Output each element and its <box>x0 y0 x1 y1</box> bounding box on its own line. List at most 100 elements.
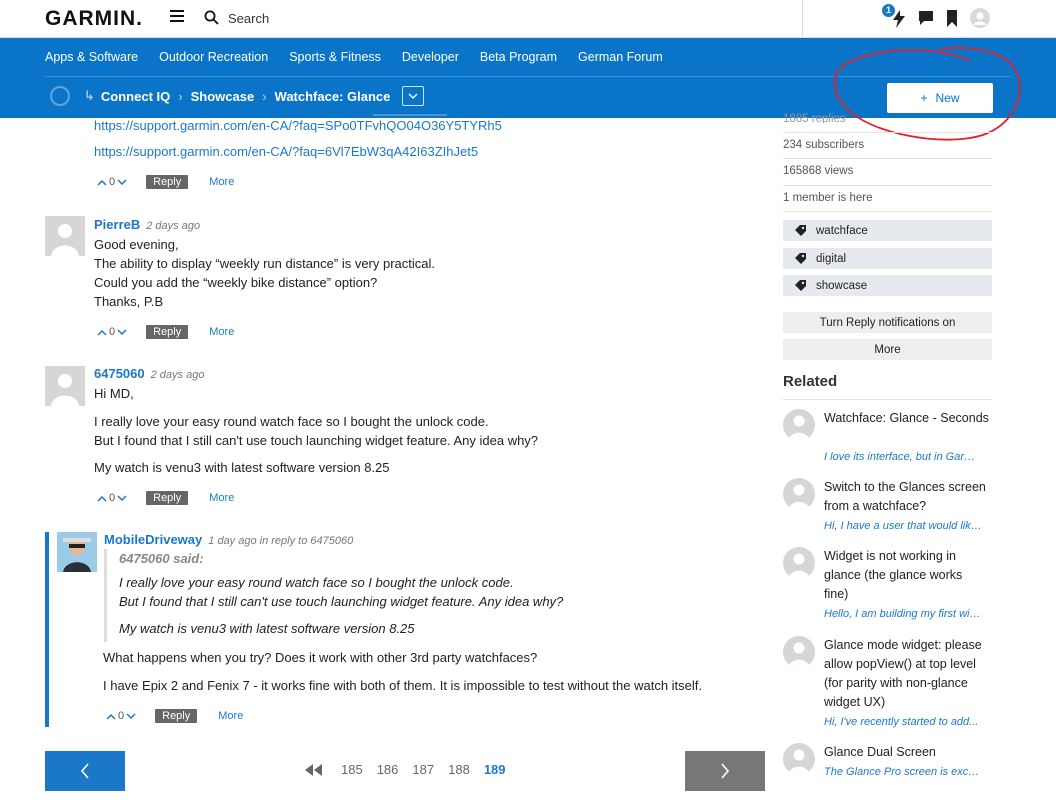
nav-separator <box>45 76 1011 77</box>
page-188[interactable]: 188 <box>448 762 470 777</box>
reply-thread-bar <box>45 532 49 727</box>
upvote-icon[interactable] <box>97 179 107 186</box>
page-189-current[interactable]: 189 <box>484 762 506 777</box>
related-title[interactable]: Watchface: Glance - Seconds <box>824 409 989 428</box>
support-link-2[interactable]: https://support.garmin.com/en-CA/?faq=6V… <box>94 144 478 159</box>
breadcrumb-connect-iq[interactable]: Connect IQ <box>101 89 170 104</box>
comment-author[interactable]: PierreB 2 days ago <box>94 217 200 232</box>
breadcrumb-showcase[interactable]: Showcase <box>191 89 255 104</box>
comment-author[interactable]: MobileDriveway 1 day ago in reply to 6475… <box>104 532 353 547</box>
related-avatar <box>783 636 815 668</box>
page-186[interactable]: 186 <box>377 762 399 777</box>
search-icon[interactable] <box>204 10 219 25</box>
breadcrumb-watchface-glance[interactable]: Watchface: Glance <box>275 89 391 104</box>
forum-nav-bar: Apps & Software Outdoor Recreation Sport… <box>0 38 1056 118</box>
tag-icon <box>795 280 806 291</box>
top-icons: 1 <box>882 4 990 29</box>
downvote-icon[interactable] <box>126 712 136 720</box>
avatar[interactable] <box>45 366 85 406</box>
support-link-1[interactable]: https://support.garmin.com/en-CA/?faq=SP… <box>94 118 502 133</box>
new-post-button[interactable]: + New <box>887 83 993 113</box>
related-excerpt[interactable]: I love its interface, but in Garmin... <box>824 451 984 463</box>
reply-button[interactable]: Reply <box>146 325 189 339</box>
bookmark-icon[interactable] <box>946 9 958 27</box>
comment-time: 1 day ago in reply to 6475060 <box>208 535 354 547</box>
nav-german-forum[interactable]: German Forum <box>578 38 663 76</box>
lightning-icon <box>893 10 905 28</box>
upvote-icon[interactable] <box>97 495 107 502</box>
hamburger-menu-icon[interactable] <box>170 10 184 24</box>
page-185[interactable]: 185 <box>341 762 363 777</box>
more-link[interactable]: More <box>209 492 234 504</box>
chat-icon[interactable] <box>918 10 934 26</box>
avatar[interactable] <box>45 216 85 256</box>
related-title[interactable]: Glance mode widget: please allow popView… <box>824 636 989 712</box>
nav-outdoor-recreation[interactable]: Outdoor Recreation <box>159 38 268 76</box>
related-title[interactable]: Switch to the Glances screen from a watc… <box>824 478 989 516</box>
downvote-icon[interactable] <box>117 178 127 186</box>
nav-beta-program[interactable]: Beta Program <box>480 38 557 76</box>
breadcrumb: ↳ Connect IQ › Showcase › Watchface: Gla… <box>50 84 425 108</box>
page-187[interactable]: 187 <box>412 762 434 777</box>
author-name[interactable]: PierreB <box>94 217 140 232</box>
top-divider <box>802 0 803 38</box>
more-link[interactable]: More <box>209 326 234 338</box>
chevron-down-icon <box>408 93 418 99</box>
stat-views: 165868 views <box>783 165 854 177</box>
nav-active-indicator <box>373 114 447 116</box>
default-avatar-icon <box>51 374 79 406</box>
vote-control: 0 <box>97 176 127 188</box>
garmin-logo[interactable]: GARMIN. <box>45 7 143 31</box>
sidebar-more-button[interactable]: More <box>783 339 992 360</box>
quote-line: But I found that I still can't use touch… <box>119 594 564 609</box>
more-link[interactable]: More <box>209 176 234 188</box>
downvote-icon[interactable] <box>117 494 127 502</box>
upvote-icon[interactable] <box>106 713 116 720</box>
post-actions: 0 Reply More <box>97 491 234 505</box>
sidebar-separator <box>783 399 992 400</box>
first-page-icon[interactable] <box>305 763 323 776</box>
related-excerpt[interactable]: Hello, I am building my first widget... <box>824 608 984 620</box>
related-excerpt[interactable]: Hi, I have a user that would like... <box>824 520 984 532</box>
reply-button[interactable]: Reply <box>146 175 189 189</box>
tag-digital[interactable]: digital <box>783 248 992 269</box>
comment-body: Good evening, The ability to display “we… <box>94 235 435 311</box>
sidebar-separator <box>783 132 992 133</box>
tag-watchface[interactable]: watchface <box>783 220 992 241</box>
stat-members-here: 1 member is here <box>783 192 873 204</box>
sidebar-separator <box>783 158 992 159</box>
reply-button[interactable]: Reply <box>155 709 198 723</box>
breadcrumb-chevron-icon: › <box>178 88 183 104</box>
next-page-button[interactable] <box>685 751 765 791</box>
avatar[interactable] <box>57 532 97 572</box>
related-avatar <box>783 743 815 775</box>
nav-apps-software[interactable]: Apps & Software <box>45 38 138 76</box>
user-avatar-icon[interactable] <box>970 8 990 28</box>
related-excerpt[interactable]: The Glance Pro screen is excellent... <box>824 766 984 778</box>
turn-reply-notifications-button[interactable]: Turn Reply notifications on <box>783 312 992 333</box>
top-bar: GARMIN. 1 <box>0 0 1056 38</box>
notifications-button[interactable]: 1 <box>882 4 906 29</box>
post-actions: 0 Reply More <box>106 709 243 723</box>
related-title[interactable]: Widget is not working in glance (the gla… <box>824 547 989 604</box>
comment-line: The ability to display “weekly run dista… <box>94 256 436 271</box>
nav-developer[interactable]: Developer <box>402 38 459 76</box>
breadcrumb-arrow-icon: ↳ <box>84 88 95 103</box>
search-input[interactable] <box>228 8 798 28</box>
author-name[interactable]: MobileDriveway <box>104 532 202 547</box>
tag-showcase[interactable]: showcase <box>783 275 992 296</box>
breadcrumb-dropdown-button[interactable] <box>402 86 425 106</box>
blockquote: 6475060 said: I really love your easy ro… <box>104 549 584 642</box>
nav-sports-fitness[interactable]: Sports & Fitness <box>289 38 381 76</box>
author-name[interactable]: 6475060 <box>94 366 145 381</box>
related-excerpt[interactable]: Hi, I've recently started to add... <box>824 716 984 728</box>
reply-button[interactable]: Reply <box>146 491 189 505</box>
more-link[interactable]: More <box>218 710 243 722</box>
downvote-icon[interactable] <box>117 328 127 336</box>
upvote-icon[interactable] <box>97 329 107 336</box>
previous-page-button[interactable] <box>45 751 125 791</box>
default-avatar-icon <box>788 415 810 441</box>
related-title[interactable]: Glance Dual Screen <box>824 743 989 762</box>
home-circle-icon[interactable] <box>50 86 70 106</box>
comment-author[interactable]: 6475060 2 days ago <box>94 366 204 381</box>
